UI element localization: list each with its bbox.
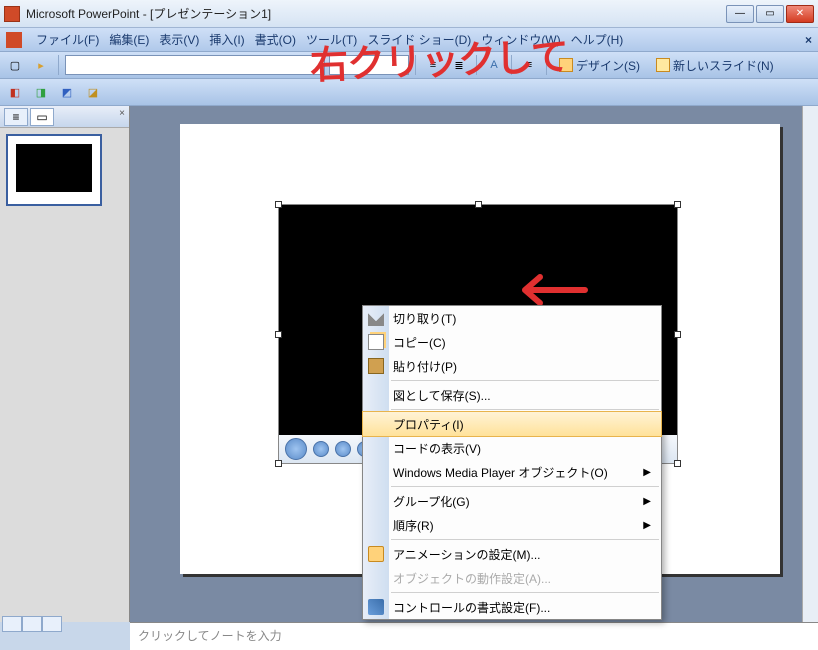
design-label: デザイン(S) <box>576 57 640 74</box>
menu-paste[interactable]: 貼り付け(P) <box>363 354 661 378</box>
submenu-arrow-icon: ▶ <box>643 496 651 507</box>
resize-handle-nw[interactable] <box>275 201 282 208</box>
tool-3[interactable]: ◩ <box>56 81 78 103</box>
menu-view-code[interactable]: コードの表示(V) <box>363 436 661 460</box>
new-slide-button[interactable]: 新しいスライド(N) <box>650 54 780 76</box>
normal-view-button[interactable] <box>2 616 22 632</box>
paste-icon <box>368 358 384 374</box>
animation-icon <box>368 546 384 562</box>
slides-tab[interactable]: ▭ <box>30 108 54 126</box>
notes-placeholder: クリックしてノートを入力 <box>138 629 282 643</box>
wmp-prev-button[interactable] <box>335 441 351 457</box>
maximize-button[interactable]: ▭ <box>756 5 784 23</box>
menu-save-as-picture[interactable]: 図として保存(S)... <box>363 383 661 407</box>
outline-tabs: ≡ ▭ × <box>0 106 129 128</box>
resize-handle-n[interactable] <box>475 201 482 208</box>
vertical-scrollbar[interactable] <box>802 106 818 622</box>
menu-tools[interactable]: ツール(T) <box>306 31 357 48</box>
font-size-dropdown[interactable] <box>329 55 409 75</box>
menu-animation[interactable]: アニメーションの設定(M)... <box>363 542 661 566</box>
menu-view[interactable]: 表示(V) <box>159 31 199 48</box>
format-icon <box>368 599 384 615</box>
font-dropdown[interactable] <box>65 55 325 75</box>
menu-help[interactable]: ヘルプ(H) <box>571 31 624 48</box>
new-slide-label: 新しいスライド(N) <box>673 57 774 74</box>
font-grow-button[interactable]: A <box>483 54 505 76</box>
resize-handle-se[interactable] <box>674 460 681 467</box>
submenu-arrow-icon: ▶ <box>643 520 651 531</box>
app-icon <box>6 32 22 48</box>
menu-wmp-object[interactable]: Windows Media Player オブジェクト(O)▶ <box>363 460 661 484</box>
tool-2[interactable]: ◨ <box>30 81 52 103</box>
tool-1[interactable]: ◧ <box>4 81 26 103</box>
open-button[interactable]: ▸ <box>30 54 52 76</box>
menu-slideshow[interactable]: スライド ショー(D) <box>367 31 471 48</box>
cut-icon <box>368 310 384 326</box>
pane-close-button[interactable]: × <box>119 108 125 125</box>
view-buttons <box>2 616 62 632</box>
notes-pane[interactable]: クリックしてノートを入力 <box>130 622 818 650</box>
new-button[interactable]: ▢ <box>4 54 26 76</box>
sorter-view-button[interactable] <box>22 616 42 632</box>
standard-toolbar: ◧ ◨ ◩ ◪ <box>0 79 818 106</box>
menu-order[interactable]: 順序(R)▶ <box>363 513 661 537</box>
slideshow-view-button[interactable] <box>42 616 62 632</box>
menu-properties[interactable]: プロパティ(I) <box>362 411 662 437</box>
menu-copy[interactable]: コピー(C) <box>363 330 661 354</box>
slide-thumbnail-1[interactable] <box>6 134 102 206</box>
resize-handle-w[interactable] <box>275 331 282 338</box>
numbering-button[interactable]: ≣ <box>448 54 470 76</box>
resize-handle-sw[interactable] <box>275 460 282 467</box>
context-menu: 切り取り(T) コピー(C) 貼り付け(P) 図として保存(S)... プロパテ… <box>362 305 662 620</box>
tool-4[interactable]: ◪ <box>82 81 104 103</box>
menu-edit[interactable]: 編集(E) <box>109 31 149 48</box>
menu-action-settings: オブジェクトの動作設定(A)... <box>363 566 661 590</box>
wmp-play-button[interactable] <box>285 438 307 460</box>
formatting-toolbar: ▢ ▸ ≡ ≣ A ≡ デザイン(S) 新しいスライド(N) <box>0 52 818 79</box>
menu-cut[interactable]: 切り取り(T) <box>363 306 661 330</box>
resize-handle-ne[interactable] <box>674 201 681 208</box>
menu-window[interactable]: ウィンドウ(W) <box>481 31 560 48</box>
menu-format[interactable]: 書式(O) <box>255 31 296 48</box>
bullets-button[interactable]: ≡ <box>422 54 444 76</box>
title-bar: Microsoft PowerPoint - [プレゼンテーション1] — ▭ … <box>0 0 818 28</box>
menu-grouping[interactable]: グループ化(G)▶ <box>363 489 661 513</box>
powerpoint-icon <box>4 6 20 22</box>
resize-handle-e[interactable] <box>674 331 681 338</box>
mdi-close-button[interactable]: × <box>805 33 812 47</box>
menu-file[interactable]: ファイル(F) <box>36 31 99 48</box>
wmp-stop-button[interactable] <box>313 441 329 457</box>
close-button[interactable]: ✕ <box>786 5 814 23</box>
thumbnail-content <box>16 144 92 192</box>
minimize-button[interactable]: — <box>726 5 754 23</box>
outline-tab[interactable]: ≡ <box>4 108 28 126</box>
copy-icon <box>368 334 384 350</box>
slide-thumbnails: 1 <box>0 128 129 622</box>
window-title: Microsoft PowerPoint - [プレゼンテーション1] <box>26 5 726 22</box>
align-button[interactable]: ≡ <box>518 54 540 76</box>
design-button[interactable]: デザイン(S) <box>553 54 646 76</box>
menu-insert[interactable]: 挿入(I) <box>209 31 244 48</box>
menu-bar: ファイル(F) 編集(E) 表示(V) 挿入(I) 書式(O) ツール(T) ス… <box>0 28 818 52</box>
menu-format-control[interactable]: コントロールの書式設定(F)... <box>363 595 661 619</box>
outline-pane: ≡ ▭ × 1 <box>0 106 130 622</box>
submenu-arrow-icon: ▶ <box>643 467 651 478</box>
